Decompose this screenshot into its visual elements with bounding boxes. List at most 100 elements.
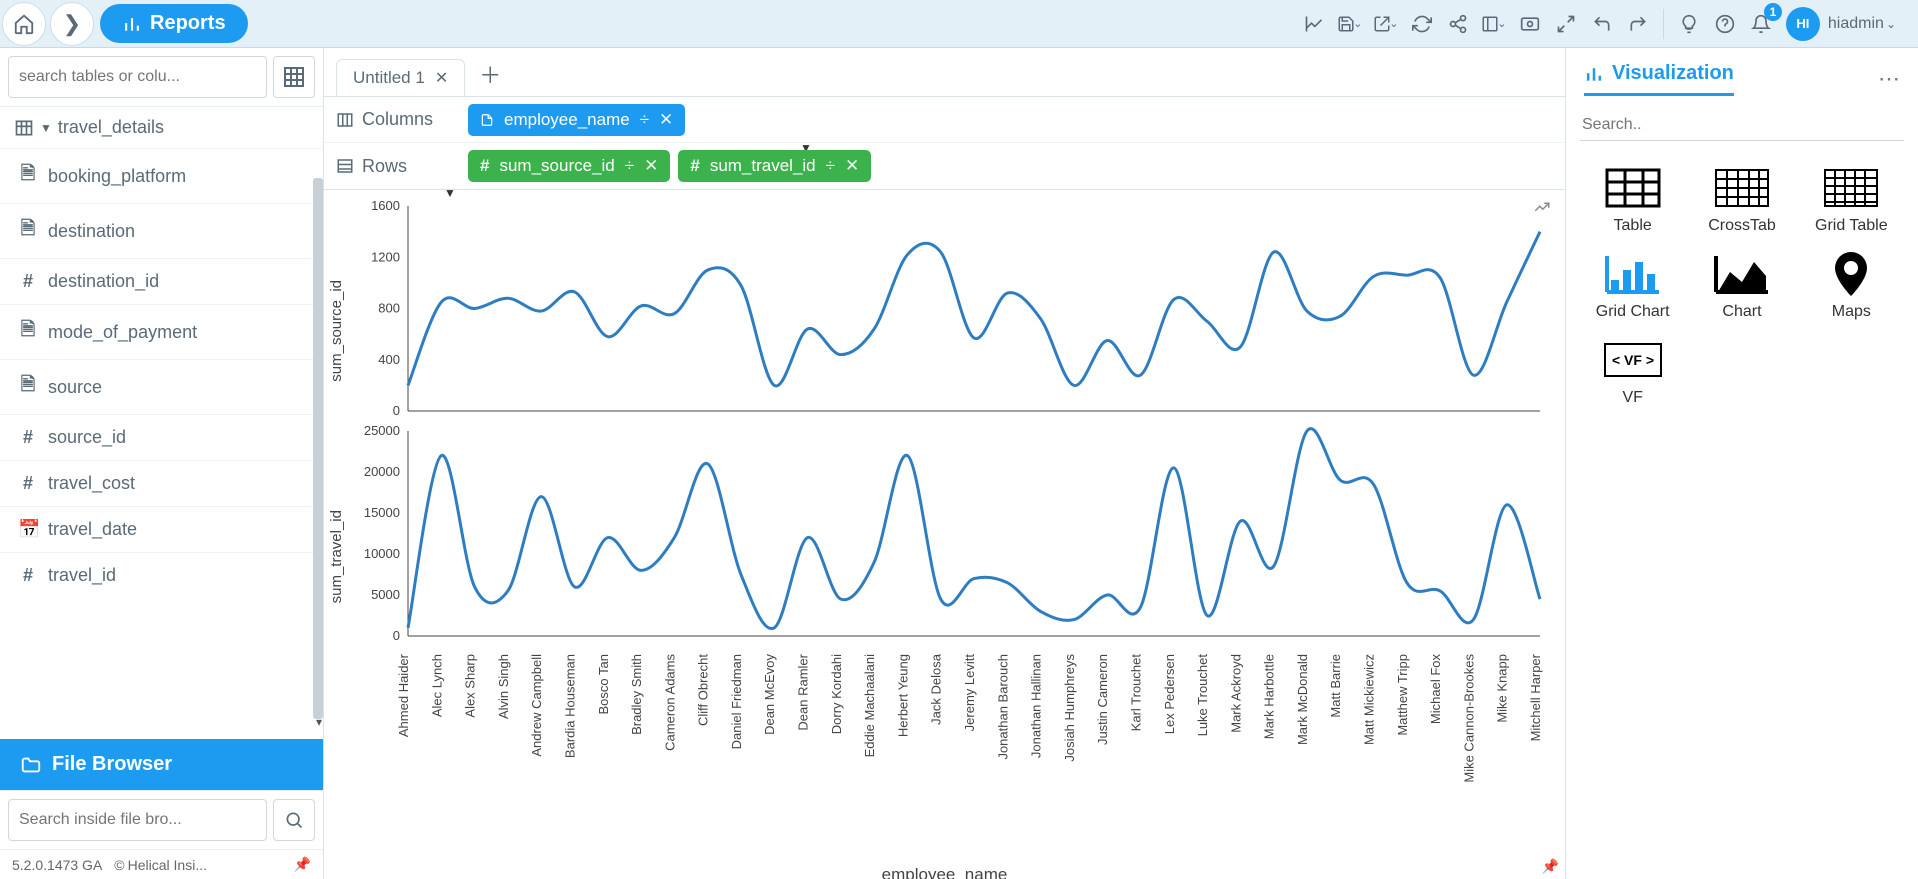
help-button[interactable] bbox=[1708, 7, 1742, 41]
preview-button[interactable] bbox=[1513, 7, 1547, 41]
svg-text:Mark Harbottle: Mark Harbottle bbox=[1262, 654, 1277, 739]
viz-type-maps[interactable]: Maps bbox=[1799, 249, 1904, 325]
pill-label: sum_source_id bbox=[499, 156, 614, 176]
table-header[interactable]: ▼ travel_details bbox=[0, 106, 323, 148]
fullscreen-button[interactable] bbox=[1549, 7, 1583, 41]
gridtable-icon bbox=[1820, 167, 1882, 209]
reports-tab[interactable]: Reports bbox=[100, 4, 248, 43]
viz-label: Table bbox=[1614, 217, 1652, 235]
redo-icon bbox=[1628, 14, 1648, 34]
field-travel_date[interactable]: 📅travel_date bbox=[0, 506, 323, 552]
save-button[interactable] bbox=[1333, 7, 1367, 41]
redo-button[interactable] bbox=[1621, 7, 1655, 41]
remove-pill-icon[interactable]: ✕ bbox=[644, 156, 658, 176]
remove-pill-icon[interactable]: ✕ bbox=[845, 156, 859, 176]
svg-text:Andrew Campbell: Andrew Campbell bbox=[529, 654, 544, 757]
field-mode_of_payment[interactable]: 🗎mode_of_payment bbox=[0, 304, 323, 359]
expand-icon bbox=[1556, 14, 1576, 34]
pill-sum-source-id[interactable]: # sum_source_id ÷ ✕ bbox=[468, 150, 670, 182]
share-button[interactable] bbox=[1441, 7, 1475, 41]
svg-text:25000: 25000 bbox=[364, 423, 400, 438]
svg-text:Luke Trouchet: Luke Trouchet bbox=[1195, 654, 1210, 737]
avatar[interactable]: HI bbox=[1786, 7, 1820, 41]
svg-text:Josiah Humphreys: Josiah Humphreys bbox=[1062, 654, 1077, 762]
pin-icon[interactable]: 📌 bbox=[1542, 858, 1559, 875]
svg-text:Mark McDonald: Mark McDonald bbox=[1295, 654, 1310, 745]
hint-button[interactable] bbox=[1672, 7, 1706, 41]
field-destination[interactable]: 🗎destination bbox=[0, 203, 323, 258]
add-tab-button[interactable]: ＋ bbox=[469, 52, 511, 96]
chart-icon bbox=[1711, 253, 1773, 295]
table-view-toggle[interactable] bbox=[273, 56, 315, 98]
svg-text:5000: 5000 bbox=[371, 587, 400, 602]
tab-untitled-1[interactable]: Untitled 1 ✕ bbox=[336, 59, 465, 96]
field-travel_cost[interactable]: # travel_cost bbox=[0, 460, 323, 506]
visualization-tab[interactable]: Visualization bbox=[1584, 62, 1734, 96]
reports-label: Reports bbox=[150, 12, 226, 35]
y-axis-title-2: sum_travel_id bbox=[328, 510, 345, 603]
svg-text:Jeremy Levitt: Jeremy Levitt bbox=[962, 654, 977, 732]
close-icon[interactable]: ✕ bbox=[435, 68, 448, 88]
refresh-button[interactable] bbox=[1405, 7, 1439, 41]
rows-label: Rows bbox=[362, 156, 407, 177]
field-label: destination bbox=[48, 221, 135, 242]
sidebar-scrollbar[interactable] bbox=[313, 178, 323, 719]
viz-type-grid-table[interactable]: Grid Table bbox=[1799, 163, 1904, 239]
field-travel_id[interactable]: #travel_id bbox=[0, 552, 323, 598]
trend-toggle-button[interactable] bbox=[1533, 198, 1551, 221]
home-icon bbox=[13, 13, 35, 35]
svg-text:Cameron Adams: Cameron Adams bbox=[662, 654, 677, 751]
columns-icon bbox=[336, 111, 354, 129]
layout-button[interactable] bbox=[1477, 7, 1511, 41]
svg-text:800: 800 bbox=[378, 301, 400, 316]
svg-text:1600: 1600 bbox=[371, 198, 400, 213]
viz-type-table[interactable]: Table bbox=[1580, 163, 1685, 239]
pill-employee-name[interactable]: employee_name ÷ ✕ bbox=[468, 104, 685, 136]
viz-type-vf[interactable]: < VF >VF bbox=[1580, 335, 1685, 411]
trend-icon bbox=[1533, 198, 1551, 216]
svg-text:10000: 10000 bbox=[364, 546, 400, 561]
viz-type-grid-chart[interactable]: Grid Chart bbox=[1580, 249, 1685, 325]
remove-pill-icon[interactable]: ✕ bbox=[659, 110, 673, 130]
notifications-button[interactable]: 1 bbox=[1744, 7, 1778, 41]
chart-svg: 0400800120016000500010000150002000025000… bbox=[330, 196, 1550, 856]
field-destination_id[interactable]: #destination_id bbox=[0, 258, 323, 304]
panel-more-button[interactable]: ⋯ bbox=[1878, 66, 1900, 92]
export-icon bbox=[1373, 15, 1391, 33]
file-search-input[interactable] bbox=[8, 799, 267, 841]
viz-search-input[interactable] bbox=[1580, 110, 1904, 141]
file-search-button[interactable] bbox=[273, 799, 315, 841]
viz-type-crosstab[interactable]: CrossTab bbox=[1689, 163, 1794, 239]
toolbar-divider bbox=[1663, 9, 1664, 39]
divide-icon: ÷ bbox=[826, 156, 835, 176]
svg-text:Mike Cannon-Brookes: Mike Cannon-Brookes bbox=[1461, 654, 1476, 783]
export-button[interactable] bbox=[1369, 7, 1403, 41]
maps-icon bbox=[1820, 253, 1882, 295]
pill-label: employee_name bbox=[504, 110, 630, 130]
field-label: travel_id bbox=[48, 565, 116, 586]
undo-icon bbox=[1592, 14, 1612, 34]
field-booking_platform[interactable]: 🗎booking_platform bbox=[0, 148, 323, 203]
breadcrumb-chevron[interactable]: ❯ bbox=[50, 2, 94, 46]
undo-button[interactable] bbox=[1585, 7, 1619, 41]
pill-sum-travel-id[interactable]: # sum_travel_id ÷ ✕ bbox=[678, 150, 871, 182]
hash-icon: # bbox=[18, 473, 38, 494]
chart-mode-button[interactable] bbox=[1297, 7, 1331, 41]
columns-shelf[interactable]: Columns employee_name ÷ ✕ ▼ bbox=[324, 97, 1565, 143]
field-source_id[interactable]: #source_id bbox=[0, 414, 323, 460]
svg-text:Bradley Smith: Bradley Smith bbox=[629, 654, 644, 735]
viz-type-chart[interactable]: Chart bbox=[1689, 249, 1794, 325]
table-search-input[interactable] bbox=[8, 56, 267, 98]
field-label: source bbox=[48, 377, 102, 398]
field-label: destination_id bbox=[48, 271, 159, 292]
user-menu[interactable]: hiadmin bbox=[1828, 15, 1896, 33]
field-source[interactable]: 🗎source bbox=[0, 359, 323, 414]
crosstab-icon bbox=[1711, 167, 1773, 209]
rows-shelf[interactable]: Rows # sum_source_id ÷ ✕ # sum_travel_id… bbox=[324, 143, 1565, 189]
home-button[interactable] bbox=[2, 2, 46, 46]
pin-icon[interactable]: 📌 bbox=[294, 856, 311, 873]
table-name: travel_details bbox=[58, 117, 164, 138]
field-label: travel_cost bbox=[48, 473, 135, 494]
file-browser-button[interactable]: File Browser bbox=[0, 739, 323, 790]
eye-icon bbox=[1520, 14, 1540, 34]
